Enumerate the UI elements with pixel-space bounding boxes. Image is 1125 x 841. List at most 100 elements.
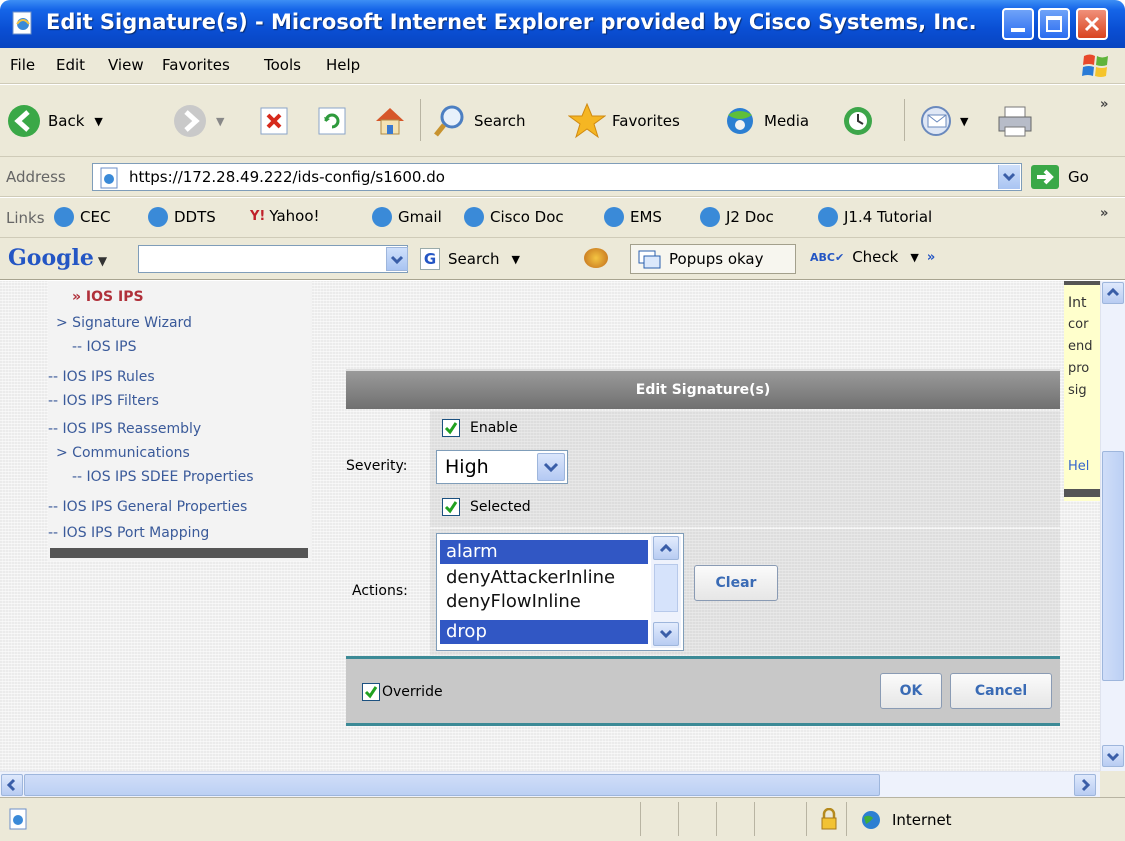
scroll-up-button[interactable] — [1102, 282, 1124, 304]
ie-page-icon — [148, 207, 168, 227]
favorites-button[interactable]: Favorites — [568, 99, 680, 143]
print-button[interactable] — [996, 99, 1034, 143]
menu-view[interactable]: View — [108, 56, 144, 74]
page-horizontal-scrollbar[interactable] — [0, 771, 1100, 797]
nav-item-ios-ips-rules[interactable]: -- IOS IPS Rules — [48, 369, 155, 385]
google-search-input[interactable] — [138, 245, 408, 273]
override-checkbox[interactable] — [362, 683, 380, 701]
forward-button[interactable]: ▼ — [172, 99, 224, 143]
google-logo[interactable]: Google ▼ — [8, 245, 107, 271]
dropdown-arrow-icon: ▼ — [511, 252, 521, 266]
go-arrow-icon[interactable] — [1030, 164, 1060, 190]
address-dropdown-button[interactable] — [998, 165, 1020, 189]
nav-item-ios-ips-general-properties[interactable]: -- IOS IPS General Properties — [48, 499, 247, 515]
minimize-button[interactable] — [1002, 8, 1034, 40]
nav-item-ios-ips-sdee-properties[interactable]: -- IOS IPS SDEE Properties — [72, 469, 254, 485]
media-icon — [727, 108, 753, 134]
address-label: Address — [6, 168, 66, 186]
form-title: Edit Signature(s) — [635, 382, 771, 398]
nav-item-signature-wizard[interactable]: > Signature Wizard — [56, 315, 192, 331]
windows-logo-icon — [1082, 54, 1108, 77]
stop-button[interactable] — [258, 99, 290, 143]
actions-listbox[interactable]: alarm denyAttackerInline denyFlowInline … — [436, 533, 684, 651]
help-text-line: sig — [1068, 383, 1087, 398]
enable-checkbox[interactable] — [442, 419, 460, 437]
toolbar-more-icon[interactable]: » — [1100, 97, 1108, 112]
google-news-button[interactable] — [584, 248, 608, 268]
address-field[interactable]: https://172.28.49.222/ids-config/s1600.d… — [92, 163, 1022, 191]
link-ddts[interactable]: DDTS — [148, 207, 216, 227]
ie-page-icon — [9, 808, 27, 830]
link-yahoo[interactable]: Y! Yahoo! — [250, 207, 320, 225]
scroll-left-button[interactable] — [1, 774, 23, 796]
forward-arrow-icon — [174, 105, 206, 137]
maximize-button[interactable] — [1038, 8, 1070, 40]
page-vertical-scrollbar[interactable] — [1100, 281, 1125, 771]
history-button[interactable] — [840, 99, 876, 143]
close-button[interactable] — [1076, 8, 1108, 40]
status-bar: Internet — [0, 797, 1125, 841]
severity-dropdown-button[interactable] — [537, 453, 565, 481]
home-button[interactable] — [372, 99, 408, 143]
scroll-right-button[interactable] — [1074, 774, 1096, 796]
scroll-thumb[interactable] — [1102, 451, 1124, 681]
ok-button[interactable]: OK — [880, 673, 942, 709]
scroll-down-button[interactable] — [653, 622, 679, 646]
spell-check-button[interactable]: ABC✔ Check ▼ » — [810, 248, 935, 266]
action-option-drop[interactable]: drop — [440, 620, 648, 644]
severity-select[interactable]: High — [436, 450, 568, 484]
link-gmail[interactable]: Gmail — [372, 207, 442, 227]
media-button[interactable]: Media — [722, 99, 809, 143]
menu-file[interactable]: File — [10, 56, 35, 74]
link-j1-4-tutorial[interactable]: J1.4 Tutorial — [818, 207, 932, 227]
scroll-thumb[interactable] — [654, 564, 678, 612]
scroll-down-button[interactable] — [1102, 745, 1124, 767]
nav-item-ios-ips-filters[interactable]: -- IOS IPS Filters — [48, 393, 159, 409]
google-search-button[interactable]: G Search ▼ — [420, 248, 520, 270]
link-cec[interactable]: CEC — [54, 207, 110, 227]
history-icon — [844, 107, 872, 135]
lock-icon[interactable] — [820, 808, 838, 830]
ie-page-icon — [372, 207, 392, 227]
action-option-deny-attacker-inline[interactable]: denyAttackerInline — [440, 566, 648, 590]
links-more-icon[interactable]: » — [1100, 206, 1108, 221]
menu-tools[interactable]: Tools — [264, 56, 301, 74]
selected-checkbox[interactable] — [442, 498, 460, 516]
google-more-icon[interactable]: » — [927, 250, 935, 265]
enable-row: Enable — [346, 411, 1060, 447]
toolbar-separator — [420, 99, 421, 141]
menu-help[interactable]: Help — [326, 56, 360, 74]
go-button[interactable]: Go — [1068, 168, 1089, 186]
back-button[interactable]: Back ▼ — [6, 99, 103, 143]
popups-blocker-button[interactable]: Popups okay — [630, 244, 796, 274]
link-cisco-doc[interactable]: Cisco Doc — [464, 207, 564, 227]
pagerank-icon — [584, 248, 608, 268]
actions-listbox-scrollbar[interactable] — [651, 536, 681, 648]
google-dropdown-button[interactable] — [386, 247, 408, 271]
menu-favorites[interactable]: Favorites — [162, 56, 230, 74]
menu-edit[interactable]: Edit — [56, 56, 85, 74]
nav-item-communications[interactable]: > Communications — [56, 445, 190, 461]
selected-row: Selected — [346, 487, 1060, 527]
nav-item-ios-ips-reassembly[interactable]: -- IOS IPS Reassembly — [48, 421, 201, 437]
chevron-up-icon — [1106, 287, 1120, 297]
search-button[interactable]: Search — [432, 99, 526, 143]
cancel-button[interactable]: Cancel — [950, 673, 1052, 709]
title-bar[interactable]: Edit Signature(s) - Microsoft Internet E… — [0, 0, 1125, 48]
mail-button[interactable]: ▼ — [918, 99, 968, 143]
clear-button[interactable]: Clear — [694, 565, 778, 601]
nav-item-ios-ips-port-mapping[interactable]: -- IOS IPS Port Mapping — [48, 525, 209, 541]
nav-item-ios-ips-sub[interactable]: -- IOS IPS — [72, 339, 137, 355]
nav-item-ios-ips[interactable]: » IOS IPS — [72, 289, 144, 305]
action-option-alarm[interactable]: alarm — [440, 540, 648, 564]
refresh-button[interactable] — [316, 99, 348, 143]
scroll-up-button[interactable] — [653, 536, 679, 560]
help-link[interactable]: Hel — [1068, 459, 1089, 474]
ie-page-icon — [604, 207, 624, 227]
link-j2-doc[interactable]: J2 Doc — [700, 207, 774, 227]
actions-label: Actions: — [352, 583, 408, 599]
action-option-deny-flow-inline[interactable]: denyFlowInline — [440, 590, 648, 614]
scroll-thumb[interactable] — [24, 774, 880, 796]
link-ems[interactable]: EMS — [604, 207, 662, 227]
yahoo-icon: Y! — [250, 208, 266, 224]
